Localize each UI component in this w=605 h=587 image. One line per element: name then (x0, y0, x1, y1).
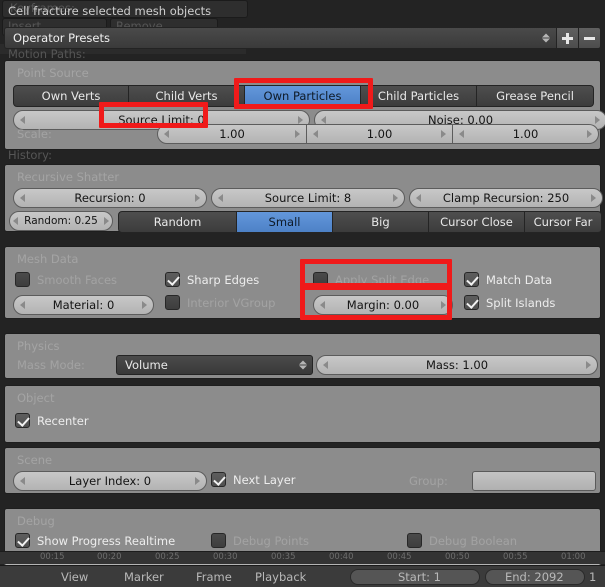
plus-icon (562, 32, 573, 44)
own-verts-button[interactable]: Own Verts (13, 85, 129, 107)
ruler-tick: 00:45 (387, 552, 412, 562)
ruler-tick: 01:00 (561, 552, 586, 562)
checkbox-checked-icon (15, 413, 30, 428)
match-data-checkbox[interactable]: Match Data (464, 272, 552, 287)
child-particles-button[interactable]: Child Particles (361, 85, 477, 107)
mass-mode-dropdown[interactable]: Volume (116, 355, 313, 375)
operator-presets-dropdown[interactable]: Operator Presets (4, 27, 557, 49)
apply-split-edge-checkbox[interactable]: Apply Split Edge (313, 272, 429, 287)
panel-physics: Physics Mass Mode: Volume Mass: 1.00 (4, 333, 601, 379)
panel-title-object: Object (17, 391, 55, 405)
ruler-tick: 00:25 (155, 552, 180, 562)
ruler-tick: 00:40 (329, 552, 354, 562)
scale-y-field[interactable]: 1.00 (307, 124, 453, 144)
random-button[interactable]: Random (118, 211, 237, 233)
layer-index-field[interactable]: Layer Index: 0 (13, 471, 207, 491)
ruler-tick: 00:50 (445, 552, 470, 562)
own-particles-button[interactable]: Own Particles (245, 85, 361, 107)
operator-presets-label: Operator Presets (13, 31, 110, 45)
panel-debug: Debug Show Progress Realtime Debug Point… (4, 508, 601, 554)
panel-scene: Scene Layer Index: 0 Next Layer Group: (4, 447, 601, 494)
ruler-tick: 00:55 (503, 552, 528, 562)
end-frame-label: End: 2092 (505, 570, 564, 584)
debug-boolean-checkbox[interactable]: Debug Boolean (407, 533, 517, 548)
ruler-tick: 00:20 (97, 552, 122, 562)
panel-mesh-data: Mesh Data Smooth Faces Sharp Edges Apply… (4, 246, 601, 319)
checkbox-icon (165, 295, 180, 310)
updown-arrows-icon (299, 360, 307, 370)
smooth-faces-checkbox[interactable]: Smooth Faces (15, 272, 117, 287)
next-layer-checkbox[interactable]: Next Layer (211, 472, 296, 487)
small-button[interactable]: Small (237, 211, 333, 233)
checkbox-checked-icon (464, 295, 479, 310)
checkbox-icon (211, 533, 226, 548)
shatter-mode-row: Random: 0.25 Random Small Big Cursor Clo… (9, 211, 602, 233)
recenter-checkbox[interactable]: Recenter (15, 413, 89, 428)
blender-cell-fracture-dialog-screen: Keyframes: Insert Remove Motion Paths: H… (0, 0, 605, 587)
scale-fields-row: 1.00 1.00 1.00 (157, 124, 599, 144)
big-button[interactable]: Big (333, 211, 429, 233)
sharp-edges-checkbox[interactable]: Sharp Edges (165, 272, 259, 287)
mass-mode-label: Mass Mode: (17, 358, 85, 372)
cursor-close-button[interactable]: Cursor Close (429, 211, 525, 233)
scale-label: Scale: (17, 127, 52, 141)
panel-title-scene: Scene (17, 453, 53, 467)
timeline-header: View Marker Frame Playback Start: 1 End:… (0, 565, 605, 587)
panel-title-point-source: Point Source (17, 66, 89, 80)
split-islands-checkbox[interactable]: Split Islands (464, 295, 555, 310)
panel-title-recursive-shatter: Recursive Shatter (17, 170, 120, 184)
debug-points-checkbox[interactable]: Debug Points (211, 533, 309, 548)
timeline-menu-frame[interactable]: Frame (196, 570, 232, 584)
group-input[interactable] (472, 471, 596, 491)
updown-arrows-icon (542, 33, 550, 43)
scale-z-field[interactable]: 1.00 (453, 124, 599, 144)
panel-title-mesh-data: Mesh Data (17, 252, 79, 266)
panel-recursive-shatter: Recursive Shatter Recursion: 0 Source Li… (4, 164, 603, 233)
checkbox-checked-icon (211, 472, 226, 487)
current-frame-value: 1 (589, 570, 597, 584)
ruler-tick: 00:15 (40, 552, 65, 562)
timeline-ruler: 00:15 00:20 00:25 00:30 00:35 00:40 00:4… (0, 551, 605, 564)
random-slider-field[interactable]: Random: 0.25 (9, 211, 113, 231)
cursor-far-button[interactable]: Cursor Far (525, 211, 602, 233)
checkbox-icon (407, 533, 422, 548)
timeline-menu-marker[interactable]: Marker (124, 570, 164, 584)
interior-vgroup-checkbox[interactable]: Interior VGroup (165, 295, 276, 310)
child-verts-button[interactable]: Child Verts (129, 85, 245, 107)
operator-presets-bar: Operator Presets (4, 27, 601, 49)
checkbox-icon (313, 272, 328, 287)
timeline-menu-playback[interactable]: Playback (255, 570, 306, 584)
timeline-menu-view[interactable]: View (61, 570, 88, 584)
dialog-title: Cell fracture selected mesh objects (8, 4, 212, 18)
panel-object: Object Recenter (4, 385, 601, 443)
scale-x-field[interactable]: 1.00 (157, 124, 307, 144)
panel-title-physics: Physics (17, 339, 60, 353)
margin-field[interactable]: Margin: 0.00 (313, 295, 453, 315)
remove-preset-button[interactable] (579, 27, 601, 49)
group-label: Group: (409, 474, 448, 488)
minus-icon (584, 33, 595, 44)
start-frame-label: Start: 1 (398, 570, 441, 584)
show-progress-realtime-checkbox[interactable]: Show Progress Realtime (15, 533, 175, 548)
ruler-tick: 00:35 (271, 552, 296, 562)
recursive-source-limit-field[interactable]: Source Limit: 8 (211, 188, 405, 208)
checkbox-checked-icon (165, 272, 180, 287)
checkbox-checked-icon (15, 533, 30, 548)
operator-dialog: Cell fracture selected mesh objects Oper… (0, 0, 605, 582)
clamp-recursion-field[interactable]: Clamp Recursion: 250 (409, 188, 603, 208)
grease-pencil-button[interactable]: Grease Pencil (477, 85, 594, 107)
mass-field[interactable]: Mass: 1.00 (316, 355, 598, 375)
material-field[interactable]: Material: 0 (13, 295, 154, 315)
ruler-tick: 00:30 (213, 552, 238, 562)
mass-mode-value: Volume (125, 358, 168, 372)
checkbox-checked-icon (464, 272, 479, 287)
recursion-row: Recursion: 0 Source Limit: 8 Clamp Recur… (13, 188, 603, 208)
recursion-field[interactable]: Recursion: 0 (13, 188, 207, 208)
panel-point-source: Point Source Own Verts Child Verts Own P… (4, 60, 605, 150)
checkbox-icon (15, 272, 30, 287)
panel-title-debug: Debug (17, 514, 55, 528)
point-source-button-group: Own Verts Child Verts Own Particles Chil… (13, 85, 594, 107)
add-preset-button[interactable] (557, 27, 579, 49)
